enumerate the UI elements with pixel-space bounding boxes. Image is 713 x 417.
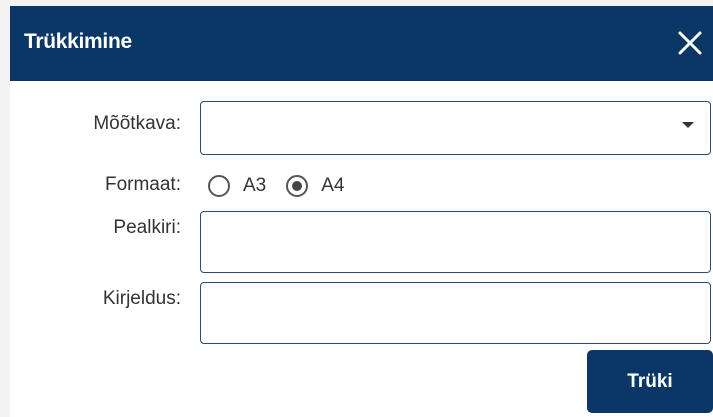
- close-button[interactable]: [675, 28, 705, 58]
- heading-input[interactable]: [200, 211, 711, 273]
- close-icon: [678, 31, 702, 55]
- print-dialog: Trükkimine Mõõtkava: Formaat: A3 A4 Peal…: [10, 6, 713, 417]
- print-button[interactable]: Trüki: [587, 350, 713, 413]
- radio-a3[interactable]: [208, 175, 230, 197]
- format-option-a4[interactable]: A4: [286, 175, 345, 197]
- chevron-down-icon: [682, 122, 694, 128]
- radio-a4[interactable]: [286, 175, 309, 197]
- dialog-titlebar: Trükkimine: [10, 6, 713, 81]
- radio-a3-label: A3: [243, 175, 267, 196]
- description-label: Kirjeldus:: [102, 288, 181, 309]
- format-label: Formaat:: [104, 174, 181, 195]
- page: Trükkimine Mõõtkava: Formaat: A3 A4 Peal…: [0, 0, 713, 417]
- description-input[interactable]: [200, 282, 711, 344]
- format-radio-group: A3 A4: [208, 171, 365, 201]
- heading-label: Pealkiri:: [113, 217, 181, 238]
- radio-a4-label: A4: [321, 175, 345, 196]
- dialog-title: Trükkimine: [24, 30, 132, 53]
- scale-select[interactable]: [200, 101, 711, 155]
- format-option-a3[interactable]: A3: [208, 175, 266, 197]
- scale-label: Mõõtkava:: [93, 113, 181, 134]
